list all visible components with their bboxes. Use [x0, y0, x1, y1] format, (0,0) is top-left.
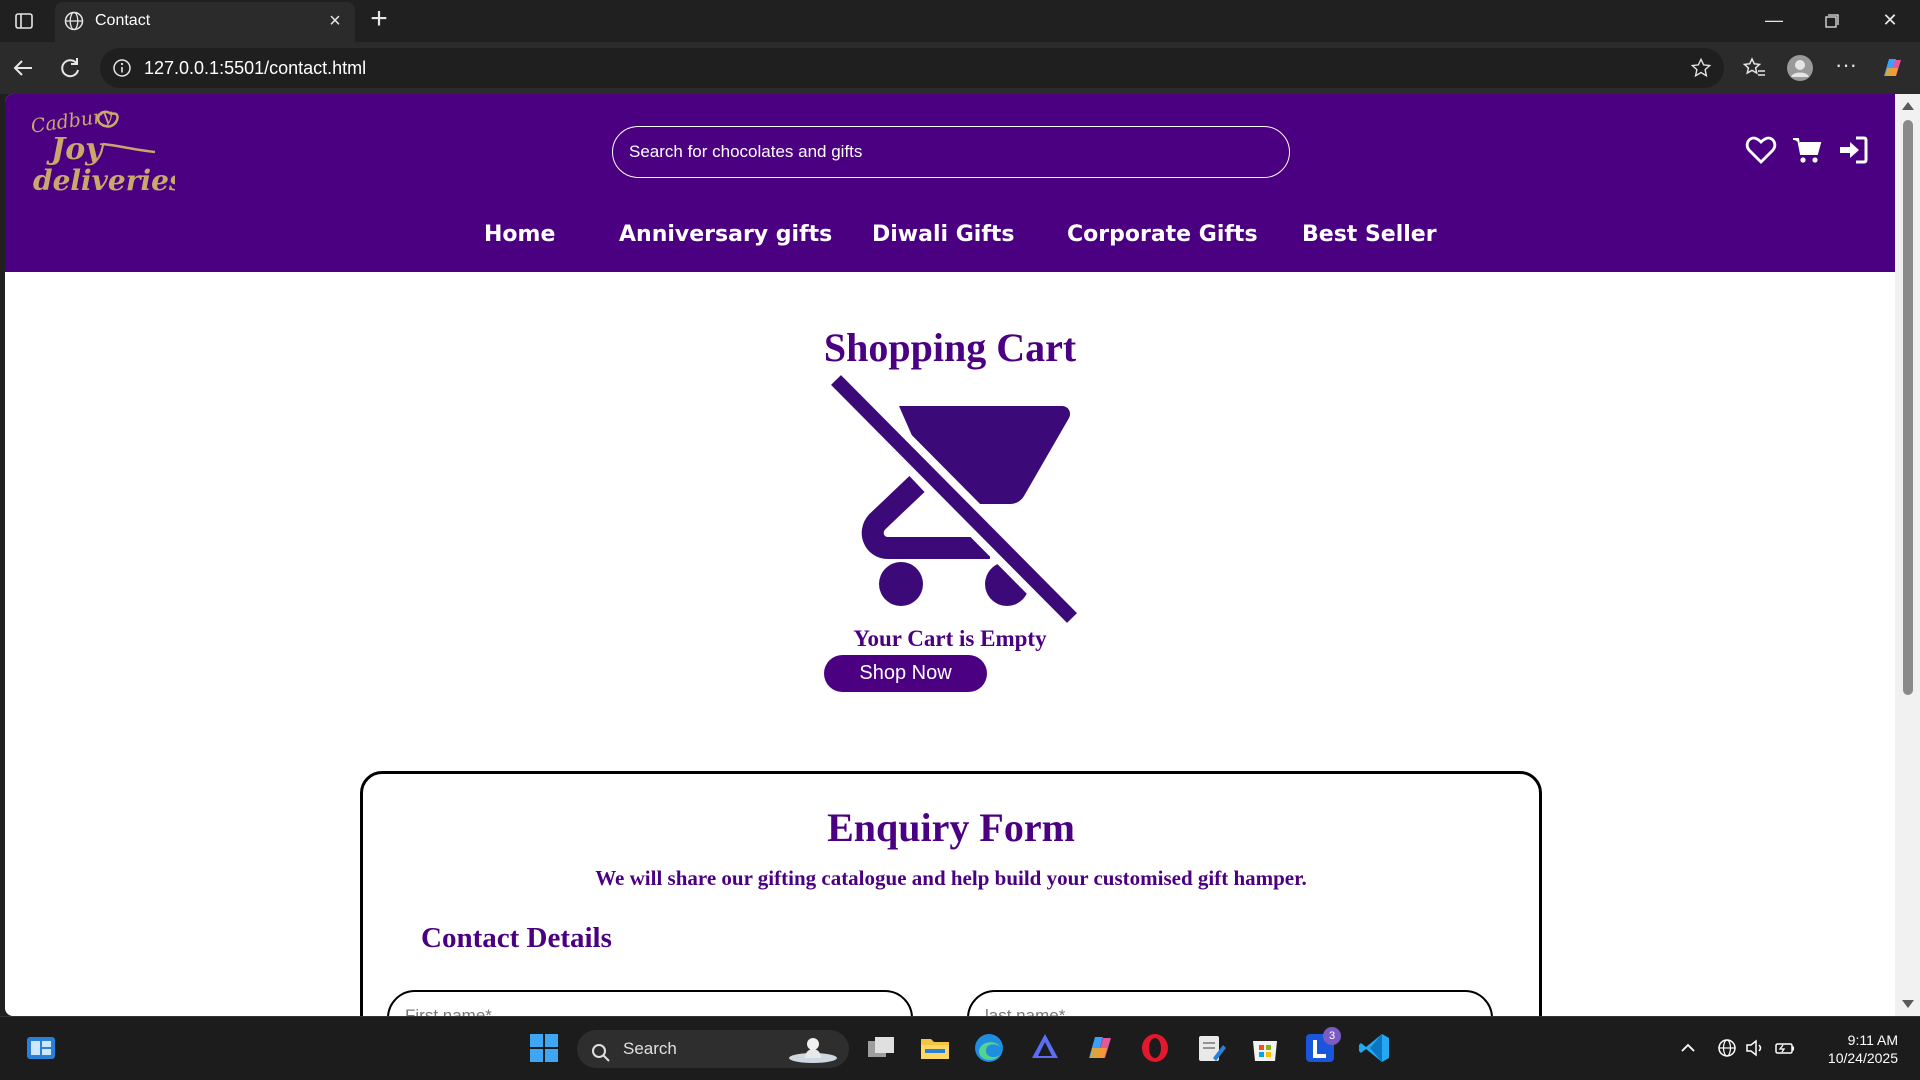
- enquiry-form-subtitle: We will share our gifting catalogue and …: [595, 866, 1307, 890]
- volume-icon[interactable]: [1744, 1037, 1766, 1059]
- cadbury-joy-deliveries-logo[interactable]: Cadbury Joy deliveries: [25, 104, 185, 204]
- widgets-icon[interactable]: [24, 1031, 58, 1065]
- tab-contact[interactable]: Contact ×: [55, 2, 355, 42]
- first-name-field[interactable]: First name*: [387, 990, 913, 1016]
- site-search-input[interactable]: Search for chocolates and gifts: [612, 126, 1290, 178]
- enquiry-form-title: Enquiry Form: [827, 805, 1075, 850]
- tab-actions-icon[interactable]: [12, 9, 36, 33]
- page-scrollbar[interactable]: [1895, 94, 1920, 1016]
- nav-corporate-gifts[interactable]: Corporate Gifts: [1067, 222, 1258, 247]
- system-clock[interactable]: 9:11 AM 10/24/2025: [1810, 1031, 1898, 1067]
- profile-avatar-icon[interactable]: [1786, 54, 1814, 82]
- taskbar-search-label: Search: [623, 1039, 677, 1058]
- shop-now-button[interactable]: Shop Now: [824, 655, 987, 692]
- restore-icon[interactable]: [1812, 8, 1852, 34]
- window-close-icon[interactable]: ✕: [1870, 8, 1910, 34]
- url-text: 127.0.0.1:5501/contact.html: [144, 58, 367, 78]
- file-explorer-icon[interactable]: [918, 1031, 952, 1065]
- new-tab-button[interactable]: +: [365, 4, 393, 34]
- microsoft-store-icon[interactable]: [1248, 1031, 1282, 1065]
- scroll-down-arrow-icon[interactable]: [1902, 1000, 1914, 1008]
- search-highlight-image: [787, 1034, 839, 1064]
- nav-diwali-gifts[interactable]: Diwali Gifts: [872, 222, 1015, 247]
- back-icon[interactable]: [10, 54, 38, 82]
- nav-anniversary-gifts[interactable]: Anniversary gifts: [619, 222, 832, 247]
- cart-empty-message: Your Cart is Empty: [853, 626, 1047, 651]
- more-menu-icon[interactable]: ···: [1832, 54, 1860, 82]
- page-viewport: Cadbury Joy deliveries Search for chocol…: [5, 94, 1895, 1016]
- tab-title: Contact: [95, 12, 151, 29]
- edge-browser-icon[interactable]: [972, 1031, 1006, 1065]
- close-icon[interactable]: ×: [325, 11, 345, 32]
- copilot-app-icon[interactable]: [1083, 1031, 1117, 1065]
- site-header: Cadbury Joy deliveries Search for chocol…: [5, 94, 1895, 272]
- task-view-icon[interactable]: [864, 1031, 898, 1065]
- svg-text:deliveries: deliveries: [33, 164, 175, 197]
- minimize-icon[interactable]: —: [1754, 8, 1794, 34]
- notification-badge: 3: [1323, 1027, 1341, 1045]
- scroll-thumb[interactable]: [1903, 120, 1913, 695]
- shopping-cart-title: Shopping Cart: [823, 325, 1077, 370]
- favorite-star-icon[interactable]: [1690, 57, 1712, 79]
- cart-icon[interactable]: [1791, 134, 1823, 166]
- sign-in-icon[interactable]: [1837, 134, 1869, 166]
- search-icon: [591, 1039, 611, 1062]
- start-icon[interactable]: [527, 1031, 561, 1065]
- globe-icon: [63, 10, 85, 32]
- enquiry-form: Enquiry Form We will share our gifting c…: [360, 771, 1542, 1016]
- contact-details-heading: Contact Details: [421, 922, 612, 954]
- proton-vpn-icon[interactable]: [1028, 1031, 1062, 1065]
- favorites-icon[interactable]: [1740, 54, 1768, 82]
- notepad-icon[interactable]: [1193, 1031, 1227, 1065]
- battery-icon[interactable]: [1774, 1037, 1796, 1059]
- clock-time: 9:11 AM: [1847, 1032, 1898, 1048]
- opera-icon[interactable]: [1138, 1031, 1172, 1065]
- address-bar[interactable]: 127.0.0.1:5501/contact.html: [100, 48, 1724, 88]
- reload-icon[interactable]: [56, 54, 84, 82]
- heart-icon[interactable]: [1745, 134, 1777, 166]
- copilot-icon[interactable]: [1878, 54, 1906, 82]
- svg-text:Joy: Joy: [46, 132, 105, 167]
- browser-tab-bar: Contact × + — ✕: [0, 0, 1920, 42]
- nav-best-seller[interactable]: Best Seller: [1302, 222, 1437, 247]
- taskbar-search[interactable]: Search: [577, 1030, 849, 1068]
- nav-home[interactable]: Home: [484, 222, 555, 247]
- language-globe-icon[interactable]: [1716, 1037, 1738, 1059]
- chevron-up-icon[interactable]: [1677, 1037, 1699, 1059]
- windows-taskbar: Search 3 9:11 AM 10/24/2025: [0, 1016, 1920, 1080]
- clock-date: 10/24/2025: [1827, 1050, 1898, 1066]
- vscode-icon[interactable]: [1358, 1031, 1392, 1065]
- browser-toolbar: 127.0.0.1:5501/contact.html ···: [0, 42, 1920, 94]
- info-icon[interactable]: [112, 58, 132, 78]
- last-name-field[interactable]: last name*: [967, 990, 1493, 1016]
- empty-cart-icon: [822, 369, 1083, 630]
- scroll-up-arrow-icon[interactable]: [1902, 102, 1914, 110]
